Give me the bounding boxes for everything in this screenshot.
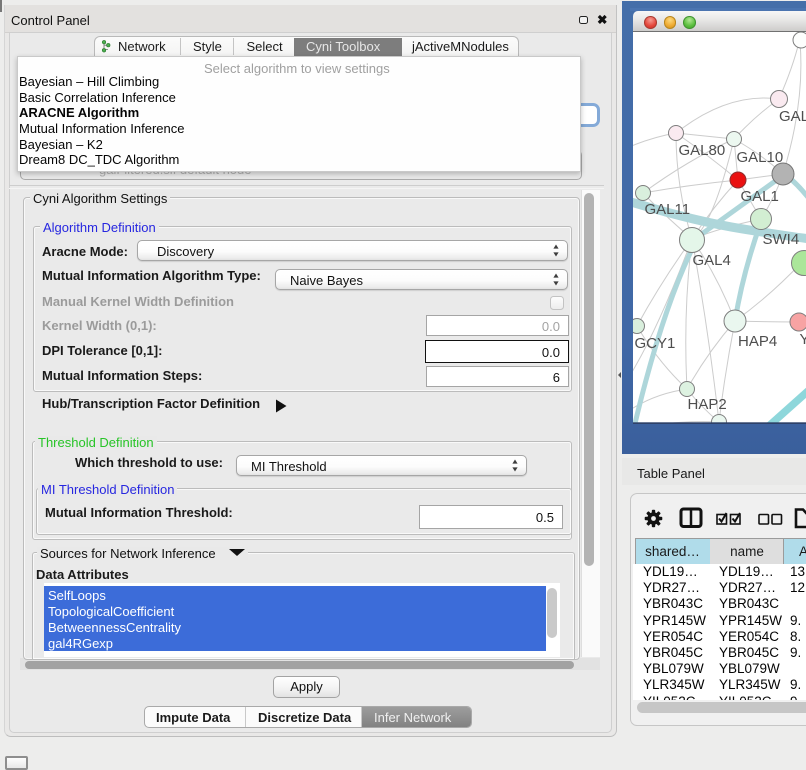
svg-text:HAP4: HAP4 xyxy=(738,333,777,350)
svg-text:GAL: GAL xyxy=(779,108,806,125)
svg-text:GAL1: GAL1 xyxy=(741,188,779,205)
svg-text:SWI4: SWI4 xyxy=(763,231,800,248)
svg-text:GAL80: GAL80 xyxy=(679,142,726,159)
svg-text:GAL11: GAL11 xyxy=(645,201,691,218)
svg-text:HAP2: HAP2 xyxy=(688,396,727,413)
svg-text:GAL4: GAL4 xyxy=(693,252,731,269)
svg-text:GCY1: GCY1 xyxy=(635,335,676,352)
svg-text:Y: Y xyxy=(800,331,806,348)
svg-text:GAL10: GAL10 xyxy=(737,149,784,166)
